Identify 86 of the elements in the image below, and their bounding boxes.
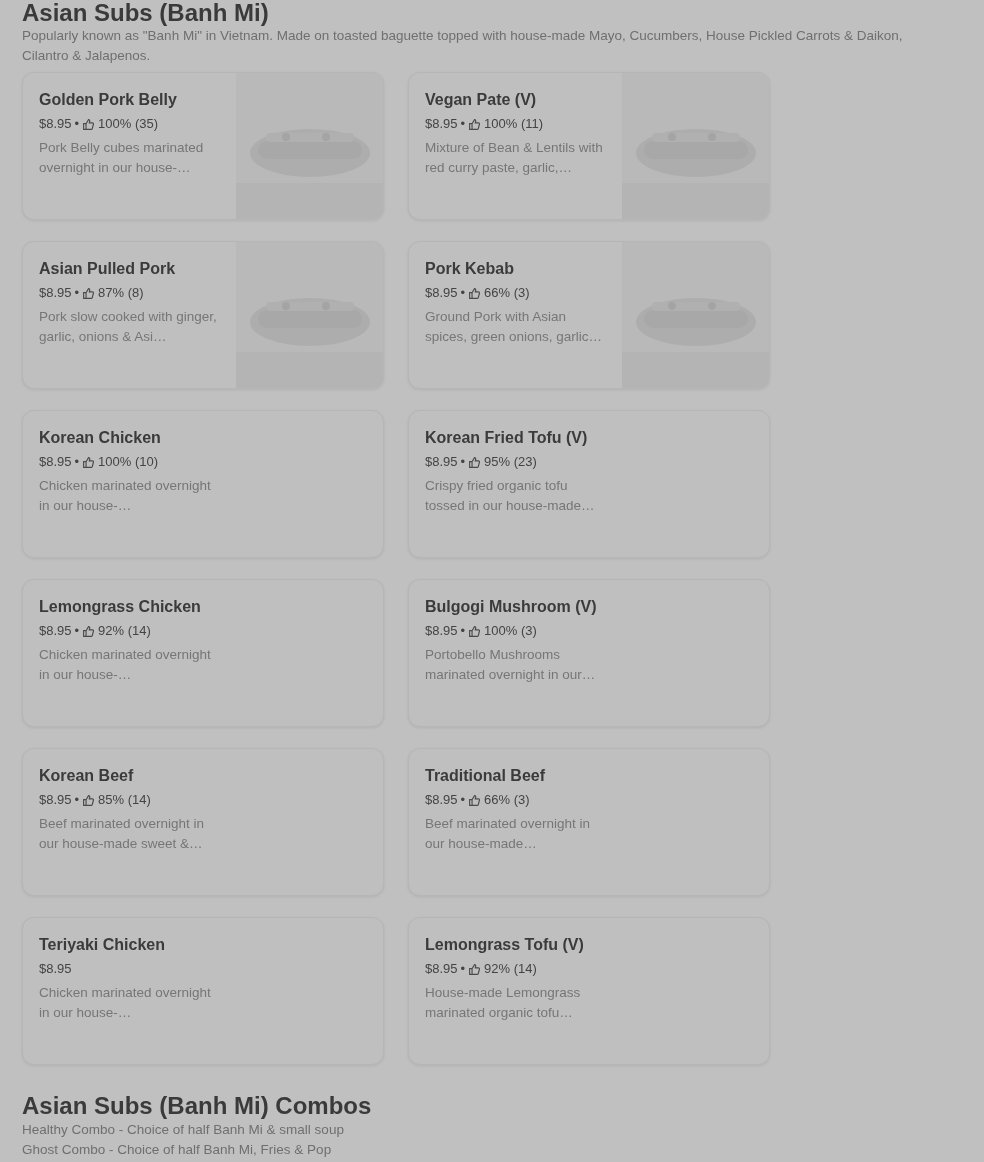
item-description: Chicken marinated overnight in our house-… [39, 984, 212, 1022]
menu-item-card[interactable]: Lemongrass Tofu (V) $8.95 • 92% (14) House-made Lemongrass marinated organic tofu… [408, 917, 770, 1065]
menu-item-card[interactable]: Korean Fried Tofu (V) $8.95 • 95% (23) Crispy fried organic tofu tossed in our house-made… [408, 410, 770, 558]
thumbs-up-icon [82, 117, 96, 131]
thumbs-up-icon [82, 286, 96, 300]
separator-dot: • [460, 791, 466, 809]
item-price: $8.95 [425, 622, 458, 640]
combo-description: Healthy Combo - Choice of half Banh Mi & small soup [22, 1121, 345, 1139]
item-price: $8.95 [39, 960, 72, 978]
item-description: Portobello Mushrooms marinated overnight in our… [425, 646, 597, 684]
separator-dot: • [460, 622, 466, 640]
item-description: Beef marinated overnight in our house-made… [425, 815, 592, 853]
menu-item-card[interactable]: Korean Chicken $8.95 • 100% (10) Chicken marinated overnight in our house-… [22, 410, 384, 558]
separator-dot: • [74, 115, 80, 133]
separator-dot: • [460, 284, 466, 302]
item-price: $8.95 [39, 791, 72, 809]
item-rating: 66% (3) [484, 284, 530, 302]
item-rating: 100% (3) [484, 622, 537, 640]
menu-item-card[interactable]: Korean Beef $8.95 • 85% (14) Beef marinated overnight in our house-made sweet &… [22, 748, 384, 896]
item-rating: 95% (23) [484, 453, 537, 471]
thumbs-up-icon [468, 117, 482, 131]
menu-item-card[interactable]: Golden Pork Belly $8.95 • 100% (35) Pork Belly cubes marinated overnight in our house-… [22, 72, 384, 220]
thumbs-up-icon [82, 793, 96, 807]
separator-dot: • [74, 284, 80, 302]
item-rating: 100% (11) [484, 115, 544, 133]
item-rating: 66% (3) [484, 791, 530, 809]
separator-dot: • [74, 622, 80, 640]
item-rating: 92% (14) [98, 622, 151, 640]
menu-item-card[interactable]: Pork Kebab $8.95 • 66% (3) Ground Pork with Asian spices, green onions, garlic… [408, 241, 770, 389]
separator-dot: • [460, 115, 466, 133]
item-description: Crispy fried organic tofu tossed in our house-made… [425, 477, 596, 515]
item-description: Pork Belly cubes marinated overnight in our house-… [39, 139, 205, 177]
separator-dot: • [74, 453, 80, 471]
menu-item-card[interactable]: Teriyaki Chicken $8.95 Chicken marinated overnight in our house-… [22, 917, 384, 1065]
menu-item-card[interactable]: Lemongrass Chicken $8.95 • 92% (14) Chicken marinated overnight in our house-… [22, 579, 384, 727]
item-price: $8.95 [39, 115, 72, 133]
item-description: Beef marinated overnight in our house-made sweet &… [39, 815, 206, 853]
item-name: Korean Fried Tofu (V) [425, 428, 589, 448]
item-name: Golden Pork Belly [39, 90, 178, 110]
thumbs-up-icon [468, 793, 482, 807]
item-price: $8.95 [425, 284, 458, 302]
separator-dot: • [74, 791, 80, 809]
item-price: $8.95 [425, 960, 458, 978]
menu-item-card[interactable]: Traditional Beef $8.95 • 66% (3) Beef marinated overnight in our house-made… [408, 748, 770, 896]
item-name: Pork Kebab [425, 259, 515, 279]
item-description: Ground Pork with Asian spices, green onions, garlic… [425, 308, 604, 346]
item-name: Asian Pulled Pork [39, 259, 177, 279]
item-name: Lemongrass Chicken [39, 597, 202, 617]
item-price: $8.95 [39, 284, 72, 302]
item-name: Teriyaki Chicken [39, 935, 166, 955]
separator-dot: • [460, 453, 466, 471]
section-title: Asian Subs (Banh Mi) [22, 0, 270, 26]
item-rating: 100% (10) [98, 453, 159, 471]
thumbs-up-icon [82, 455, 96, 469]
combo-description: Ghost Combo - Choice of half Banh Mi, Fries & Pop [22, 1141, 333, 1159]
item-description: Chicken marinated overnight in our house-… [39, 646, 212, 684]
section-title: Asian Subs (Banh Mi) Combos [22, 1092, 373, 1120]
item-name: Lemongrass Tofu (V) [425, 935, 585, 955]
item-description: Pork slow cooked with ginger, garlic, onions & Asi… [39, 308, 218, 346]
menu-item-card[interactable]: Vegan Pate (V) $8.95 • 100% (11) Mixture of Bean & Lentils with red curry paste, garlic,… [408, 72, 770, 220]
item-price: $8.95 [39, 453, 72, 471]
item-name: Vegan Pate (V) [425, 90, 538, 110]
item-description: House-made Lemongrass marinated organic tofu… [425, 984, 582, 1022]
menu-item-card[interactable]: Bulgogi Mushroom (V) $8.95 • 100% (3) Portobello Mushrooms marinated overnight in our… [408, 579, 770, 727]
item-rating: 100% (35) [98, 115, 159, 133]
item-name: Korean Beef [39, 766, 135, 786]
item-price: $8.95 [425, 115, 458, 133]
item-price: $8.95 [39, 622, 72, 640]
thumbs-up-icon [468, 624, 482, 638]
item-price: $8.95 [425, 453, 458, 471]
menu-item-card[interactable]: Asian Pulled Pork $8.95 • 87% (8) Pork slow cooked with ginger, garlic, onions & Asi… [22, 241, 384, 389]
item-name: Korean Chicken [39, 428, 162, 448]
section-description: Popularly known as "Banh Mi" in Vietnam. Made on toasted baguette topped with house-made Mayo, Cucumbers, House Pickled Carrots & Daikon, Cilantro & Jalapenos. [22, 27, 904, 65]
item-name: Traditional Beef [425, 766, 547, 786]
item-description: Chicken marinated overnight in our house-… [39, 477, 212, 515]
thumbs-up-icon [468, 962, 482, 976]
thumbs-up-icon [468, 455, 482, 469]
thumbs-up-icon [468, 286, 482, 300]
separator-dot: • [460, 960, 466, 978]
item-name: Bulgogi Mushroom (V) [425, 597, 598, 617]
item-rating: 87% (8) [98, 284, 144, 302]
thumbs-up-icon [82, 624, 96, 638]
item-rating: 85% (14) [98, 791, 151, 809]
item-price: $8.95 [425, 791, 458, 809]
item-description: Mixture of Bean & Lentils with red curry paste, garlic,… [425, 139, 604, 177]
item-rating: 92% (14) [484, 960, 537, 978]
